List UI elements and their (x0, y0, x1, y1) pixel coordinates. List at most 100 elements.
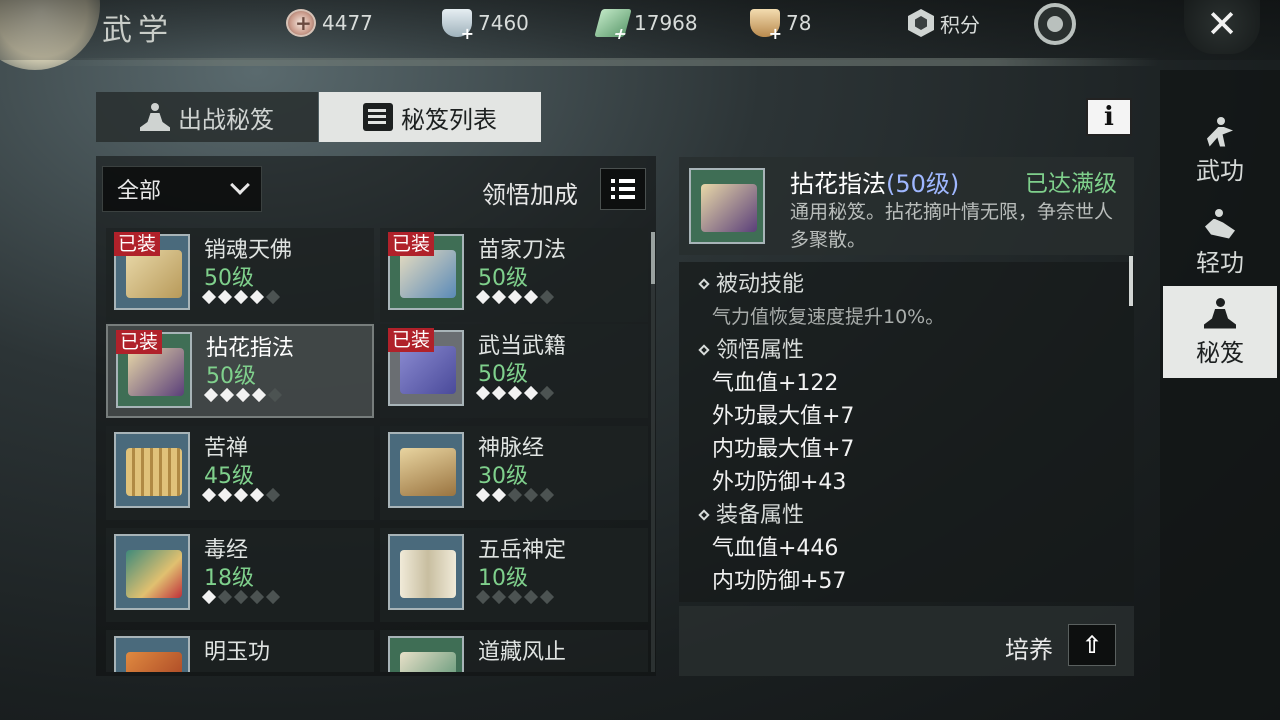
star-empty-icon (523, 589, 539, 605)
comprehend-attr-title: 领悟属性 (716, 338, 805, 363)
star-empty-icon (539, 385, 555, 401)
book-level: 50级 (478, 266, 528, 291)
settings-gear-icon[interactable] (1034, 3, 1076, 45)
star-empty-icon (249, 589, 265, 605)
resource-jade[interactable]: 17968 (594, 8, 698, 38)
comprehend-bonus-label: 领悟加成 (482, 181, 578, 209)
detail-book-level: (50级) (886, 170, 960, 198)
resource-coin[interactable]: 4477 (286, 8, 373, 38)
sidenav-item-martial-arts[interactable]: 武功 (1163, 104, 1277, 196)
sidenav-item-secret-books[interactable]: 秘笈 (1163, 286, 1277, 378)
gold-bowl-icon (750, 9, 782, 43)
star-filled-icon (201, 289, 217, 305)
book-card[interactable]: 五岳神定 10级 (380, 528, 648, 622)
star-rating (203, 387, 283, 403)
book-grid[interactable]: 已装 销魂天佛 50级 已装 苗家刀法 50级 已装 拈花指法 50级 已装 武… (106, 228, 652, 672)
close-button[interactable]: ✕ (1184, 0, 1260, 54)
star-empty-icon (265, 289, 281, 305)
comprehend-attr-line: 气血值+122 (712, 371, 839, 396)
star-filled-icon (523, 289, 539, 305)
star-empty-icon (539, 487, 555, 503)
coin-plus-icon (286, 9, 316, 37)
book-card[interactable]: 毒经 18级 (106, 528, 374, 622)
resource-coin-value: 4477 (322, 11, 373, 35)
book-card[interactable]: 明玉功 (106, 630, 374, 672)
star-rating (475, 385, 555, 401)
close-icon: ✕ (1206, 2, 1238, 46)
list-view-button[interactable] (600, 168, 646, 210)
star-filled-icon (475, 487, 491, 503)
star-filled-icon (233, 487, 249, 503)
book-thumbnail (388, 636, 464, 672)
book-card-selected[interactable]: 已装 拈花指法 50级 (106, 324, 374, 418)
passive-skill-text: 气力值恢复速度提升10%。 (712, 306, 945, 328)
detail-book-name: 拈花指法 (790, 170, 886, 198)
resource-jade-value: 17968 (634, 11, 698, 35)
star-filled-icon (203, 387, 219, 403)
equipped-badge: 已装 (114, 232, 161, 256)
max-level-status: 已达满级 (1025, 171, 1117, 197)
cultivate-label: 培养 (1005, 636, 1053, 664)
star-filled-icon (475, 289, 491, 305)
meditation-icon (1203, 297, 1237, 331)
sidenav-item-lightness[interactable]: 轻功 (1163, 196, 1277, 288)
star-filled-icon (249, 487, 265, 503)
score-label: 积分 (940, 12, 980, 37)
equip-attr-line: 内功防御+57 (712, 569, 847, 594)
top-bar-divider (60, 58, 1160, 66)
book-list-icon (363, 103, 393, 131)
detail-book-title: 拈花指法(50级) (790, 164, 959, 199)
star-filled-icon (523, 385, 539, 401)
filter-selected: 全部 (117, 179, 162, 204)
book-card[interactable]: 已装 武当武籍 50级 (380, 324, 648, 418)
book-level: 45级 (204, 464, 254, 489)
tab-list-label: 秘笈列表 (401, 105, 497, 134)
silver-bowl-icon (442, 9, 474, 43)
star-filled-icon (249, 289, 265, 305)
book-level: 50级 (204, 266, 254, 291)
book-card[interactable]: 苦禅 45级 (106, 426, 374, 520)
meditation-icon (140, 103, 170, 131)
detail-footer (679, 606, 1134, 676)
book-card[interactable]: 神脉经 30级 (380, 426, 648, 520)
info-icon: i (1104, 102, 1114, 132)
star-rating (201, 589, 281, 605)
equip-attr-title: 装备属性 (716, 503, 805, 528)
star-empty-icon (217, 589, 233, 605)
star-filled-icon (491, 385, 507, 401)
resource-gold-value: 78 (786, 11, 812, 35)
star-empty-icon (491, 589, 507, 605)
equipped-badge: 已装 (388, 232, 435, 256)
star-filled-icon (251, 387, 267, 403)
filter-dropdown[interactable]: 全部 (102, 166, 262, 212)
star-filled-icon (491, 487, 507, 503)
book-level: 50级 (478, 362, 528, 387)
info-button[interactable]: i (1086, 98, 1132, 136)
cultivate-button[interactable]: ⇧ (1068, 624, 1116, 666)
star-filled-icon (233, 289, 249, 305)
book-card[interactable]: 已装 苗家刀法 50级 (380, 228, 648, 322)
list-scrollbar-thumb[interactable] (651, 232, 655, 284)
star-filled-icon (507, 385, 523, 401)
resource-silver[interactable]: 7460 (442, 8, 529, 43)
tab-book-list[interactable]: 秘笈列表 (319, 92, 541, 142)
equip-attr-line: 气血值+446 (712, 536, 839, 561)
detail-book-thumbnail (689, 168, 765, 244)
chevron-down-icon (230, 175, 250, 195)
book-card[interactable]: 道藏风止 (380, 630, 648, 672)
book-thumbnail (114, 432, 190, 508)
list-scrollbar-track[interactable] (651, 232, 655, 672)
page-title: 武学 (102, 13, 174, 48)
book-card[interactable]: 已装 销魂天佛 50级 (106, 228, 374, 322)
star-empty-icon (265, 487, 281, 503)
detail-scroll-area[interactable]: 被动技能 气力值恢复速度提升10%。 领悟属性 气血值+122 外功最大值+7 … (694, 268, 1124, 594)
score-button[interactable]: 积分 (908, 8, 980, 38)
resource-gold[interactable]: 78 (750, 8, 812, 43)
tab-battle-books[interactable]: 出战秘笈 (96, 92, 318, 142)
equipped-badge: 已装 (116, 330, 163, 354)
upgrade-arrow-icon: ⇧ (1081, 631, 1103, 659)
star-filled-icon (219, 387, 235, 403)
equipped-badge: 已装 (388, 328, 435, 352)
star-rating (201, 487, 281, 503)
detail-scrollbar-thumb[interactable] (1129, 256, 1133, 306)
